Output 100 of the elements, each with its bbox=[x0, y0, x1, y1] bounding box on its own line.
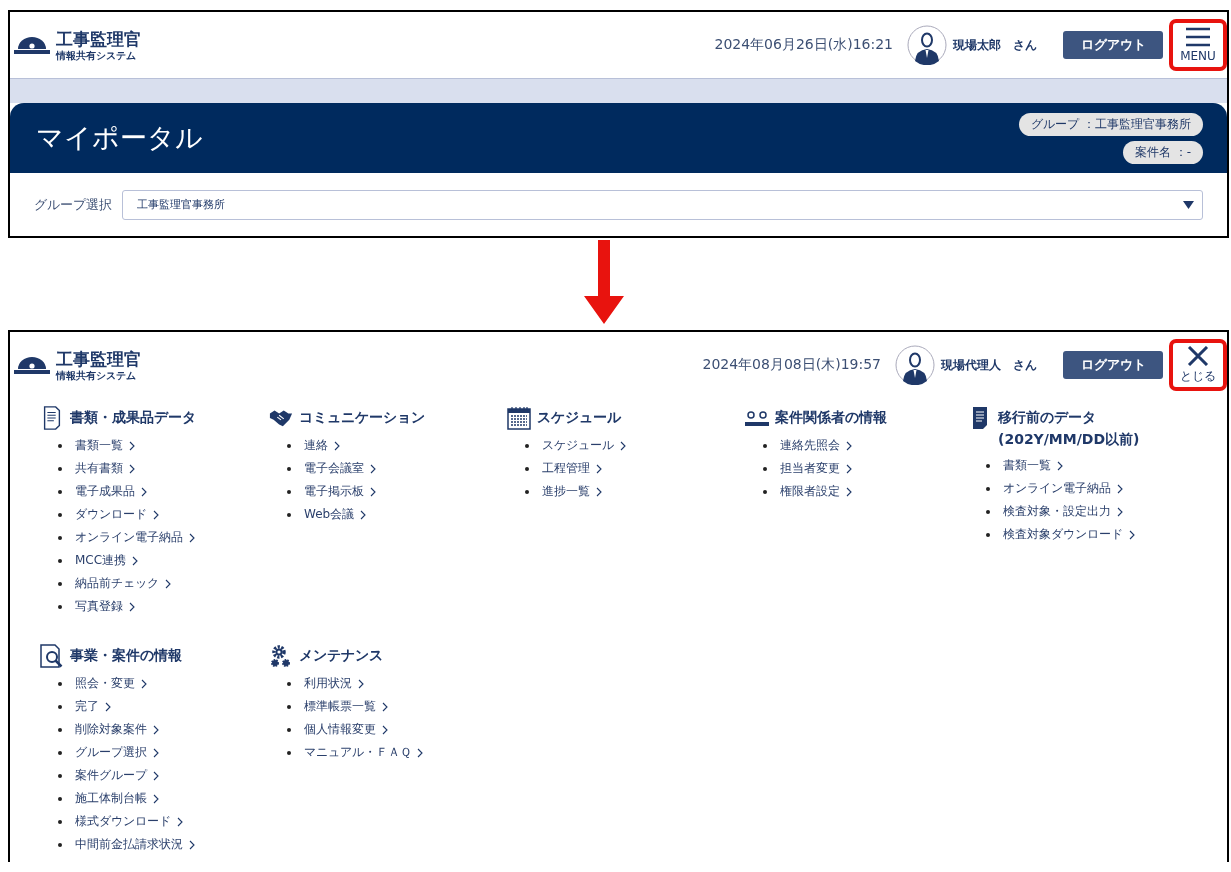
menu-link[interactable]: 利用状況 bbox=[304, 675, 352, 692]
bullet-icon bbox=[58, 681, 62, 686]
menu-link[interactable]: 案件グループ bbox=[75, 767, 147, 784]
gears-icon bbox=[269, 644, 293, 668]
menu-link[interactable]: 書類一覧 bbox=[1003, 457, 1051, 474]
menu-link[interactable]: MCC連携 bbox=[75, 552, 127, 569]
menu-link[interactable]: 納品前チェック bbox=[75, 575, 159, 592]
menu-link[interactable]: 連絡 bbox=[304, 437, 328, 454]
logo-title: 工事監理官 bbox=[56, 348, 141, 369]
chevron-icon bbox=[358, 678, 364, 689]
bullet-icon bbox=[287, 443, 291, 448]
menu-link[interactable]: 書類一覧 bbox=[75, 437, 123, 454]
menu-link[interactable]: 電子会議室 bbox=[304, 460, 364, 477]
bullet-icon bbox=[58, 535, 62, 540]
menu-link[interactable]: 工程管理 bbox=[542, 460, 590, 477]
bullet-icon bbox=[986, 486, 990, 491]
user-name: 現場代理人 bbox=[941, 356, 1001, 374]
chevron-icon bbox=[129, 440, 135, 451]
chevron-icon bbox=[417, 747, 423, 758]
logout-button[interactable]: ログアウト bbox=[1063, 31, 1163, 59]
chevron-icon bbox=[1117, 483, 1123, 494]
chevron-icon bbox=[370, 486, 376, 497]
chevron-icon bbox=[129, 463, 135, 474]
bullet-icon bbox=[58, 443, 62, 448]
section-title: 書類・成果品データ bbox=[70, 408, 196, 427]
chevron-icon bbox=[1117, 506, 1123, 517]
chevron-icon bbox=[360, 509, 367, 520]
hardhat-icon bbox=[14, 35, 50, 55]
close-button[interactable]: とじる bbox=[1169, 339, 1227, 391]
chevron-icon bbox=[165, 578, 171, 589]
bullet-icon bbox=[58, 604, 62, 609]
chevron-icon bbox=[153, 770, 159, 781]
menu-link[interactable]: 電子掲示板 bbox=[304, 483, 364, 500]
bullet-icon bbox=[58, 466, 62, 471]
menu-button[interactable]: MENU bbox=[1169, 19, 1227, 71]
bullet-icon bbox=[287, 489, 291, 494]
menu-link[interactable]: 写真登録 bbox=[75, 598, 123, 615]
case-badge: 案件名 ：- bbox=[1122, 140, 1203, 164]
menu-link[interactable]: マニュアル・ＦＡＱ bbox=[304, 744, 411, 761]
section-title: スケジュール bbox=[537, 408, 621, 427]
menu-link[interactable]: グループ選択 bbox=[75, 744, 147, 761]
menu-link[interactable]: 完了 bbox=[75, 698, 99, 715]
menu-link[interactable]: Web会議 bbox=[304, 506, 355, 523]
menu-link[interactable]: 進捗一覧 bbox=[542, 483, 590, 500]
chevron-icon bbox=[153, 747, 159, 758]
bullet-icon bbox=[287, 681, 291, 686]
menu-link[interactable]: オンライン電子納品 bbox=[75, 529, 183, 546]
section-title: コミュニケーション bbox=[299, 408, 425, 427]
menu-link[interactable]: 共有書類 bbox=[75, 460, 123, 477]
menu-icon bbox=[1185, 27, 1211, 47]
bullet-icon bbox=[763, 489, 767, 494]
section-title: 移行前のデータ bbox=[998, 408, 1097, 427]
menu-link[interactable]: 電子成果品 bbox=[75, 483, 135, 500]
logout-button[interactable]: ログアウト bbox=[1063, 351, 1163, 379]
chevron-icon bbox=[620, 440, 626, 451]
logo-title: 工事監理官 bbox=[56, 28, 141, 49]
menu-link[interactable]: 削除対象案件 bbox=[75, 721, 147, 738]
bullet-icon bbox=[763, 443, 767, 448]
bullet-icon bbox=[525, 489, 529, 494]
menu-link[interactable]: 様式ダウンロード bbox=[75, 813, 171, 830]
group-badge: グループ ：工事監理官事務所 bbox=[1019, 112, 1203, 136]
chevron-icon bbox=[1129, 529, 1135, 540]
logo-subtitle: 情報共有システム bbox=[56, 48, 137, 62]
bullet-icon bbox=[986, 509, 990, 514]
menu-link[interactable]: オンライン電子納品 bbox=[1003, 480, 1111, 497]
menu-link[interactable]: 権限者設定 bbox=[780, 483, 840, 500]
bullet-icon bbox=[986, 532, 990, 537]
menu-link[interactable]: 中間前金払請求状況 bbox=[75, 836, 183, 853]
menu-link[interactable]: 施工体制台帳 bbox=[75, 790, 147, 807]
menu-link[interactable]: 検査対象・設定出力 bbox=[1003, 503, 1111, 520]
bullet-icon bbox=[58, 727, 62, 732]
chevron-icon bbox=[382, 724, 388, 735]
menu-link[interactable]: 個人情報変更 bbox=[304, 721, 376, 738]
menu-link[interactable]: 担当者変更 bbox=[780, 460, 840, 477]
chevron-icon bbox=[1057, 460, 1063, 471]
menu-link[interactable]: 連絡先照会 bbox=[780, 437, 840, 454]
menu-link[interactable]: 照会・変更 bbox=[75, 675, 135, 692]
magnifier-document-icon bbox=[40, 644, 64, 668]
menu-link[interactable]: スケジュール bbox=[542, 437, 614, 454]
bullet-icon bbox=[525, 443, 529, 448]
menu-link[interactable]: ダウンロード bbox=[75, 506, 147, 523]
bullet-icon bbox=[58, 581, 62, 586]
bullet-icon bbox=[763, 466, 767, 471]
chevron-icon bbox=[141, 678, 147, 689]
bullet-icon bbox=[287, 512, 291, 517]
menu-link[interactable]: 検査対象ダウンロード bbox=[1003, 526, 1123, 543]
close-icon bbox=[1187, 345, 1209, 366]
chevron-icon bbox=[153, 724, 159, 735]
bullet-icon bbox=[58, 489, 62, 494]
section-title: 案件関係者の情報 bbox=[775, 408, 887, 427]
user-name: 現場太郎 bbox=[953, 36, 1001, 54]
section-title: 事業・案件の情報 bbox=[70, 646, 182, 665]
avatar-icon bbox=[895, 345, 935, 385]
chevron-icon bbox=[846, 440, 852, 451]
bullet-icon bbox=[287, 466, 291, 471]
group-select[interactable]: 工事監理官事務所 bbox=[122, 189, 1203, 220]
avatar-icon bbox=[907, 25, 947, 65]
menu-link[interactable]: 標準帳票一覧 bbox=[304, 698, 376, 715]
chevron-icon bbox=[334, 440, 340, 451]
user-honorific: さん bbox=[1013, 36, 1037, 54]
